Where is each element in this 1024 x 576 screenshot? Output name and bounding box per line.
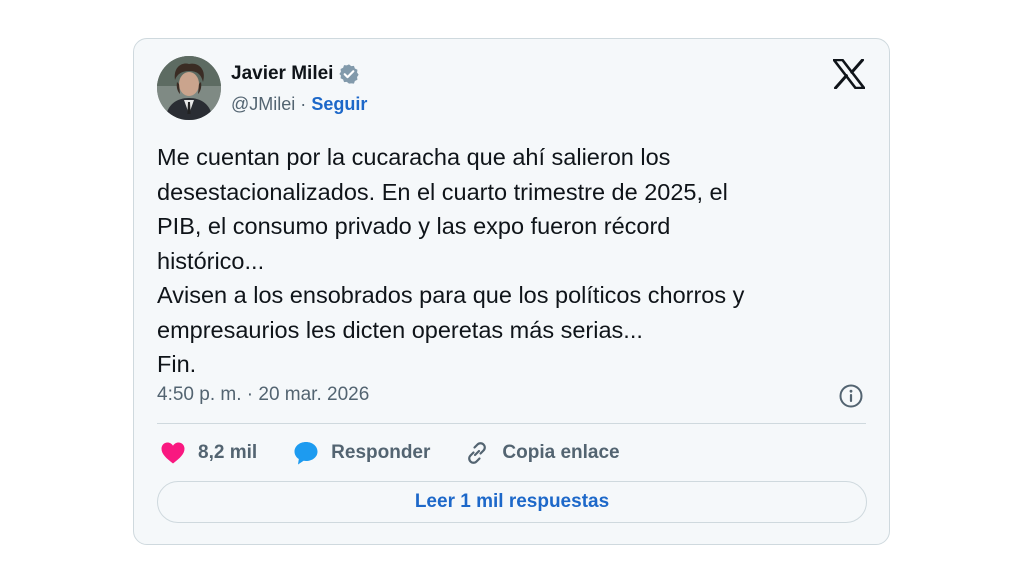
like-button[interactable]: 8,2 mil [160, 441, 257, 465]
tweet-timestamp[interactable]: 4:50 p. m. · 20 mar. 2026 [157, 384, 369, 406]
heart-icon [160, 441, 186, 465]
copy-link-label: Copia enlace [502, 442, 620, 463]
reply-label: Responder [331, 442, 431, 463]
copy-link-button[interactable]: Copia enlace [464, 440, 620, 466]
author-handle[interactable]: @JMilei [231, 94, 295, 114]
handle-separator: · [300, 94, 307, 114]
author-name[interactable]: Javier Milei [231, 63, 333, 85]
verified-badge-icon [338, 63, 360, 85]
author-name-row: Javier Milei [231, 63, 360, 85]
link-icon [464, 440, 490, 466]
avatar[interactable] [157, 56, 221, 120]
tweet-card: Javier Milei @JMilei · Seguir Me cuentan… [133, 38, 890, 545]
x-logo-icon[interactable] [832, 58, 866, 90]
action-bar: 8,2 mil Responder Copia enlace [160, 439, 620, 467]
follow-button[interactable]: Seguir [311, 94, 367, 114]
read-replies-button[interactable]: Leer 1 mil respuestas [157, 481, 867, 523]
info-icon[interactable] [838, 383, 864, 409]
speech-bubble-icon [293, 440, 319, 466]
author-handle-row: @JMilei · Seguir [231, 94, 367, 115]
like-count: 8,2 mil [198, 442, 258, 463]
reply-button[interactable]: Responder [293, 440, 430, 466]
divider [157, 423, 866, 424]
tweet-text: Me cuentan por la cucaracha que ahí sali… [157, 144, 745, 377]
